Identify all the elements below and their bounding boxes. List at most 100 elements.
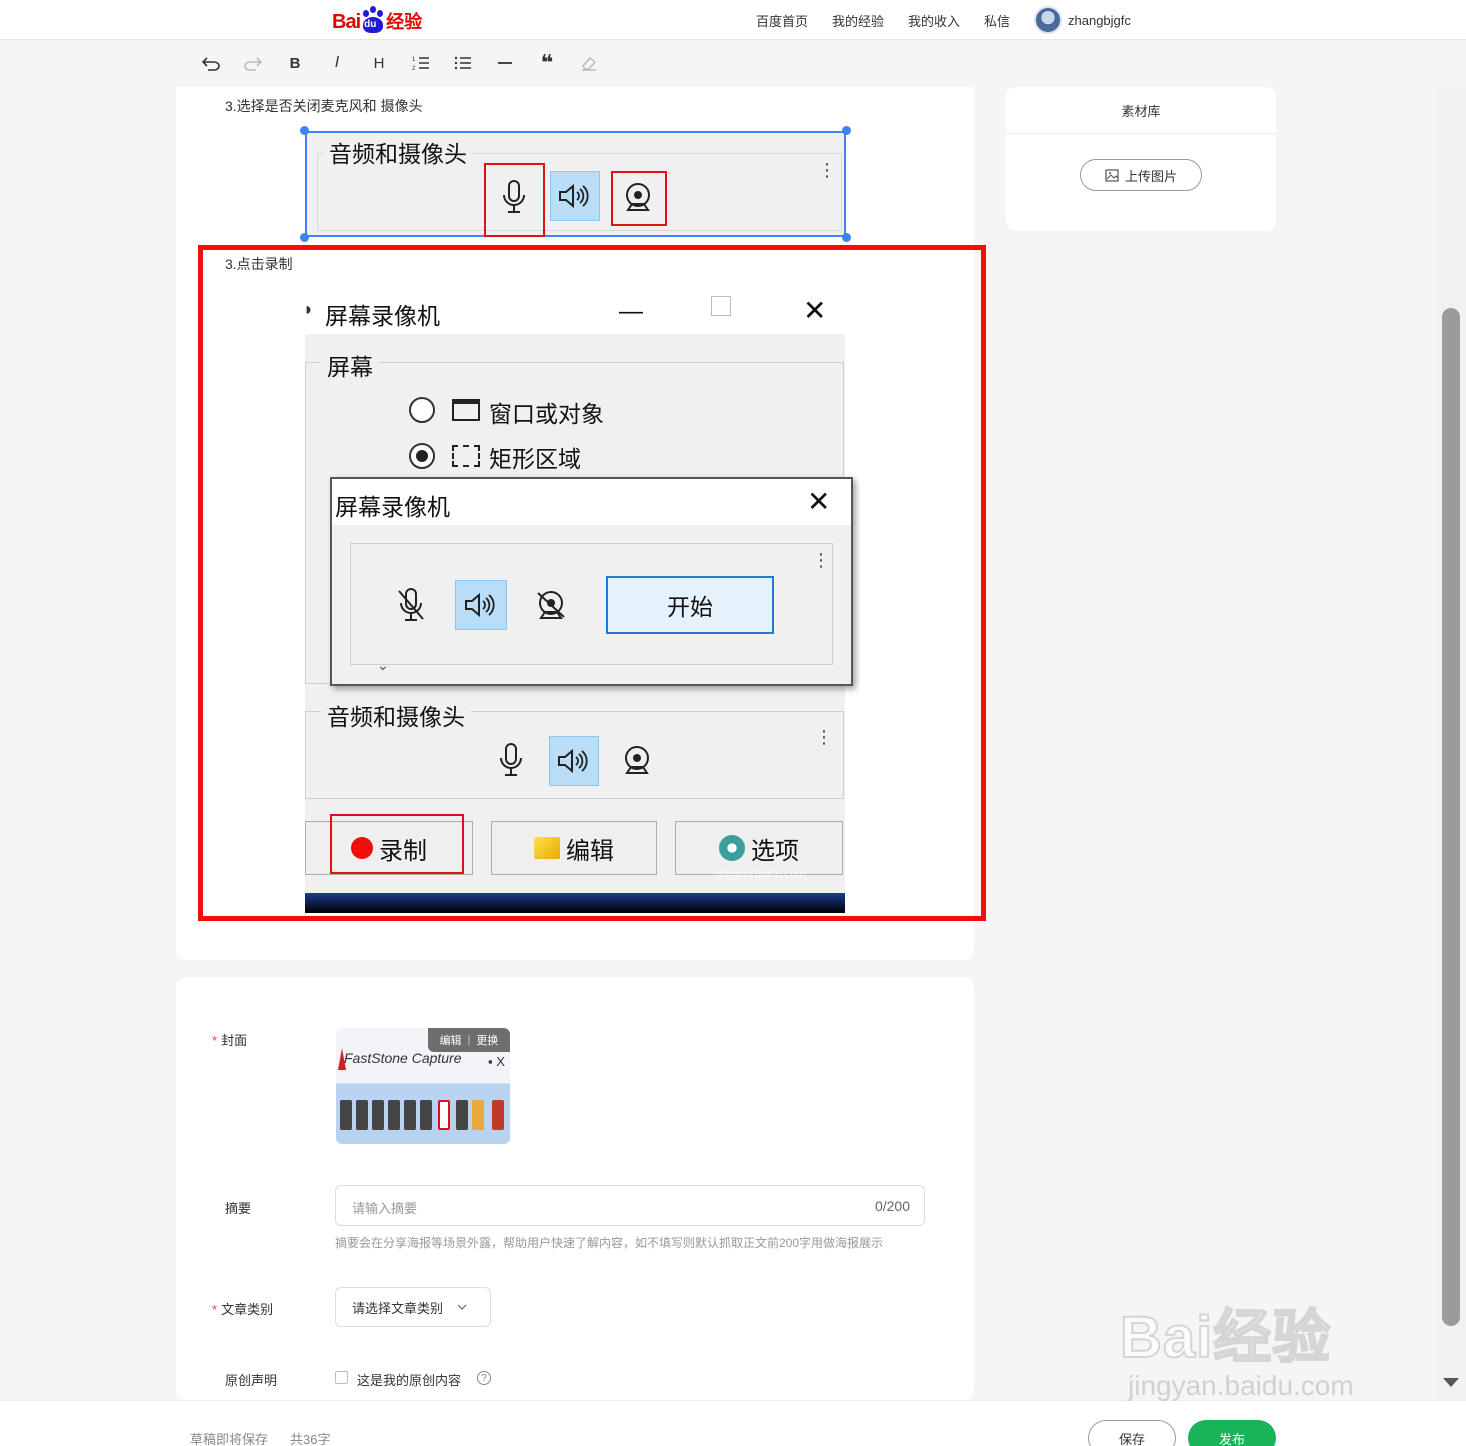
nav-links: 百度首页 我的经验 我的收入 私信: [756, 0, 1010, 40]
audio-group-title: 音频和摄像头: [323, 135, 473, 169]
word-count: 共36字: [290, 1432, 331, 1446]
cover-tool-icon: [472, 1100, 484, 1130]
logo-jingyan: 经验: [386, 12, 423, 32]
original-checkbox-label[interactable]: 这是我的原创内容: [357, 1370, 461, 1389]
nav-link-my-experience[interactable]: 我的经验: [832, 11, 884, 30]
folder-icon: [534, 837, 560, 859]
cover-tool-icon: [388, 1100, 400, 1130]
cover-close-icon: ▪ X: [488, 1054, 505, 1069]
nav-link-messages[interactable]: 私信: [984, 11, 1010, 30]
cover-edit-button[interactable]: 编辑: [440, 1032, 462, 1048]
ordered-list-icon[interactable]: 12: [400, 48, 442, 78]
speaker-icon: [549, 736, 599, 786]
recorder-titlebar: ◗ 屏幕录像机 — ✕: [305, 290, 845, 334]
radio-rect-region: [409, 443, 435, 469]
scroll-down-arrow-icon[interactable]: [1443, 1378, 1459, 1387]
cover-tool-icon: [340, 1100, 352, 1130]
step-text-1[interactable]: 3.选择是否关闭麦克风和 摄像头: [225, 96, 423, 116]
image-watermark: jingyan.baidu.com: [717, 868, 806, 880]
upload-image-button[interactable]: 上传图片: [1080, 159, 1202, 191]
start-button: 开始: [606, 576, 774, 634]
quote-icon[interactable]: ❝: [526, 48, 568, 78]
nav-link-income[interactable]: 我的收入: [908, 11, 960, 30]
undo-icon[interactable]: [190, 48, 232, 78]
bold-button[interactable]: B: [274, 48, 316, 78]
logo-bai: Bai: [332, 11, 361, 33]
material-library: 素材库 上传图片: [1006, 87, 1276, 231]
eraser-icon[interactable]: [568, 48, 610, 78]
image-icon: [1105, 168, 1119, 182]
baidu-jingyan-logo[interactable]: Bai du 经验: [332, 4, 422, 34]
cover-actions-divider: |: [467, 1034, 471, 1046]
highlight-box-camera: [611, 171, 667, 226]
paw-icon: du: [361, 6, 385, 34]
avatar[interactable]: [1034, 6, 1062, 34]
nav-link-home[interactable]: 百度首页: [756, 11, 808, 30]
cover-label: * 封面: [212, 1033, 248, 1048]
cover-tool-icon: [492, 1100, 504, 1130]
username[interactable]: zhangbjgfc: [1068, 13, 1131, 28]
article-image-audio-camera[interactable]: 音频和摄像头 ⋮: [305, 131, 846, 237]
original-checkbox[interactable]: [335, 1371, 348, 1384]
summary-label: 摘要: [225, 1201, 252, 1216]
help-icon[interactable]: ?: [477, 1371, 491, 1385]
bullet-list-icon[interactable]: [442, 48, 484, 78]
cover-actions: 编辑 | 更换: [428, 1028, 510, 1052]
more-options-icon: ⋮: [812, 550, 830, 570]
save-button[interactable]: 保存: [1088, 1420, 1176, 1446]
chevron-down-icon: ⌄: [377, 657, 389, 673]
material-library-title: 素材库: [1006, 87, 1276, 134]
resize-handle-tl[interactable]: [300, 126, 309, 135]
edit-button: 编辑: [491, 821, 657, 875]
category-select[interactable]: 请选择文章类别: [335, 1287, 491, 1327]
cover-tool-icon: [372, 1100, 384, 1130]
screen-group-title: 屏幕: [321, 348, 379, 382]
summary-input[interactable]: 请输入摘要 0/200: [335, 1185, 925, 1226]
step-text-2[interactable]: 3.点击录制: [225, 254, 293, 274]
microphone-icon: [487, 736, 535, 784]
category-label: * 文章类别: [212, 1302, 274, 1317]
cover-change-button[interactable]: 更换: [476, 1032, 498, 1048]
svg-text:2: 2: [412, 66, 416, 71]
upload-image-label: 上传图片: [1124, 168, 1177, 184]
italic-button[interactable]: I: [316, 48, 358, 78]
top-nav: Bai du 经验 百度首页 我的经验 我的收入 私信 zhangbjgfc: [0, 0, 1466, 40]
user-menu[interactable]: zhangbjgfc: [1034, 6, 1131, 34]
edit-label: 编辑: [566, 837, 614, 865]
summary-char-count: 0/200: [874, 1198, 910, 1214]
rect-region-icon: [452, 445, 480, 467]
option-window-object: 窗口或对象: [489, 401, 604, 427]
redo-icon[interactable]: [232, 48, 274, 78]
divider-icon[interactable]: [484, 48, 526, 78]
resize-handle-tr[interactable]: [842, 126, 851, 135]
summary-placeholder: 请输入摘要: [352, 1201, 418, 1216]
cover-image-text: FastStone Capture: [344, 1050, 462, 1066]
footer-bar: 草稿即将保存 共36字 保存 发布: [0, 1400, 1466, 1446]
cover-image[interactable]: FastStone Capture ▪ X 编辑 | 更换: [336, 1028, 510, 1144]
resize-handle-bl[interactable]: [300, 233, 309, 242]
scrollbar-thumb[interactable]: [1442, 308, 1460, 1326]
options-label: 选项: [751, 837, 799, 865]
minimize-icon: —: [619, 298, 643, 325]
dialog-title: 屏幕录像机: [335, 494, 450, 520]
highlight-box-record: [330, 814, 464, 874]
webcam-off-icon: [527, 581, 575, 629]
cover-tool-icon: [420, 1100, 432, 1130]
window-icon: [452, 399, 480, 421]
more-options-icon: ⋮: [818, 160, 836, 180]
draft-status: 草稿即将保存: [190, 1432, 269, 1446]
close-icon: ✕: [807, 486, 831, 517]
cover-tool-icon: [356, 1100, 368, 1130]
summary-hint: 摘要会在分享海报等场景外露，帮助用户快速了解内容，如不填写则默认抓取正文前200…: [335, 1236, 884, 1250]
recorder-window-title: 屏幕录像机: [325, 303, 440, 329]
speaker-icon: [550, 171, 600, 221]
baidu-watermark: Bai经验 jingyan.baidu.com: [1119, 1290, 1354, 1401]
chevron-down-icon: [457, 1304, 467, 1310]
resize-handle-br[interactable]: [842, 233, 851, 242]
publish-button[interactable]: 发布: [1188, 1420, 1276, 1446]
logo-du: du: [364, 19, 377, 30]
original-label: 原创声明: [225, 1373, 278, 1388]
highlight-box-mic: [484, 163, 545, 237]
svg-text:1: 1: [412, 57, 416, 63]
heading-button[interactable]: H: [358, 48, 400, 78]
